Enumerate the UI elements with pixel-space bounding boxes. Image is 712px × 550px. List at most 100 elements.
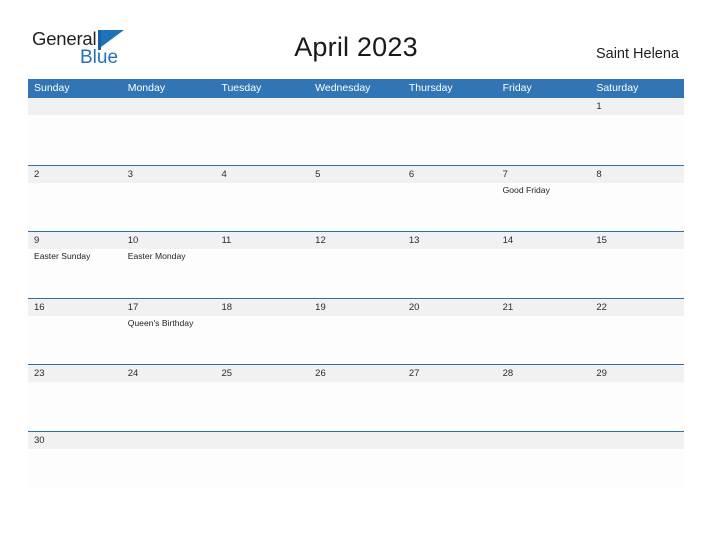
day-events xyxy=(122,115,216,117)
day-events xyxy=(403,183,497,185)
calendar-grid: Sunday Monday Tuesday Wednesday Thursday Frid… xyxy=(28,79,685,487)
day-events xyxy=(497,449,591,451)
calendar-day-empty xyxy=(402,98,497,165)
week-cells: 23 24 25 26 27 28 29 xyxy=(28,365,685,431)
day-of-week-monday: Monday xyxy=(127,82,166,94)
calendar-day-13[interactable]: 13 xyxy=(402,232,497,298)
holiday-event: Easter Sunday xyxy=(34,251,91,261)
day-events xyxy=(28,382,122,384)
calendar-day-23[interactable]: 23 xyxy=(28,365,122,431)
day-number: 15 xyxy=(596,235,607,246)
day-number-band: 10 xyxy=(121,232,216,249)
calendar-day-17[interactable]: 17 Queen's Birthday xyxy=(121,298,216,365)
week-cells: 2 3 4 5 6 7 Good Friday 8 xyxy=(28,165,685,232)
calendar-day-20[interactable]: 20 xyxy=(402,298,497,365)
calendar-week-row: 1 xyxy=(28,98,685,165)
day-of-week-header-row: Sunday Monday Tuesday Wednesday Thursday Frid… xyxy=(28,79,684,98)
calendar-day-29[interactable]: 29 xyxy=(590,365,685,431)
day-number: 3 xyxy=(127,168,134,180)
day-number: 20 xyxy=(408,301,420,313)
calendar-day-16[interactable]: 16 xyxy=(28,298,122,365)
day-number-band xyxy=(402,431,497,449)
day-number: 8 xyxy=(596,168,602,180)
day-number-band: 9 xyxy=(28,232,122,249)
day-events xyxy=(122,382,216,384)
day-number-band xyxy=(402,98,497,115)
day-number: 14 xyxy=(502,235,514,246)
holiday-event: Queen's Birthday xyxy=(127,317,194,328)
day-number: 7 xyxy=(502,168,508,180)
calendar-day-15[interactable]: 15 xyxy=(590,232,685,298)
day-events xyxy=(215,316,309,318)
calendar-day-1[interactable]: 1 xyxy=(590,98,685,165)
calendar-day-28[interactable]: 28 xyxy=(496,365,591,431)
day-number-band: 21 xyxy=(496,298,591,316)
calendar-day-empty xyxy=(402,431,497,487)
calendar-day-14[interactable]: 14 xyxy=(496,232,591,298)
calendar-day-10[interactable]: 10 Easter Monday xyxy=(121,232,216,298)
day-events xyxy=(590,316,684,318)
day-of-week-thursday: Thursday xyxy=(408,82,453,94)
week-cells: 1 xyxy=(28,98,685,165)
calendar-day-empty xyxy=(309,431,403,487)
day-number-band: 27 xyxy=(402,365,497,382)
day-number-band xyxy=(309,98,403,115)
calendar-week-row: 16 17 Queen's Birthday 18 19 20 21 22 xyxy=(28,297,685,365)
day-events xyxy=(28,183,122,185)
day-of-week-saturday: Saturday xyxy=(596,82,639,94)
day-events xyxy=(215,449,309,451)
day-number-band xyxy=(496,98,591,115)
calendar-day-25[interactable]: 25 xyxy=(215,365,310,431)
calendar-day-empty xyxy=(28,98,122,165)
calendar-day-3[interactable]: 3 xyxy=(121,165,216,232)
calendar-day-7[interactable]: 7 Good Friday xyxy=(496,165,591,232)
day-events xyxy=(122,449,216,451)
day-number: 19 xyxy=(315,301,326,313)
day-events xyxy=(590,183,684,185)
calendar-day-18[interactable]: 18 xyxy=(215,298,310,365)
calendar-day-4[interactable]: 4 xyxy=(215,165,310,232)
calendar-day-24[interactable]: 24 xyxy=(121,365,216,431)
calendar-day-26[interactable]: 26 xyxy=(309,365,403,431)
calendar-day-2[interactable]: 2 xyxy=(28,165,122,232)
calendar-day-30[interactable]: 30 xyxy=(28,431,122,487)
day-events xyxy=(403,249,497,251)
calendar-day-27[interactable]: 27 xyxy=(402,365,497,431)
day-number: 26 xyxy=(315,368,326,379)
day-number: 1 xyxy=(596,101,602,112)
calendar-day-19[interactable]: 19 xyxy=(309,298,403,365)
day-events xyxy=(497,316,591,318)
day-number: 29 xyxy=(596,368,607,379)
day-number-band xyxy=(121,98,216,115)
calendar-day-6[interactable]: 6 xyxy=(402,165,497,232)
day-of-week-friday: Friday xyxy=(502,82,532,94)
day-number: 4 xyxy=(221,168,227,180)
day-number: 9 xyxy=(34,235,40,246)
day-events xyxy=(122,183,216,185)
day-number-band xyxy=(121,431,216,449)
day-number-band: 23 xyxy=(28,365,122,382)
day-of-week-tuesday: Tuesday xyxy=(221,82,262,94)
calendar-day-21[interactable]: 21 xyxy=(496,298,591,365)
calendar-day-5[interactable]: 5 xyxy=(309,165,403,232)
calendar-day-12[interactable]: 12 xyxy=(309,232,403,298)
day-events xyxy=(590,249,684,251)
day-number-band: 28 xyxy=(496,365,591,382)
calendar-week-row: 30 xyxy=(28,430,685,487)
day-number-band xyxy=(28,98,122,115)
day-events xyxy=(215,183,309,185)
day-events: Easter Monday xyxy=(122,249,216,262)
day-number-band: 22 xyxy=(590,298,685,316)
day-number-band: 13 xyxy=(402,232,497,249)
day-events xyxy=(309,316,403,318)
day-number: 12 xyxy=(315,235,326,246)
calendar-week-row: 2 3 4 5 6 7 Good Friday 8 xyxy=(28,164,685,232)
day-events xyxy=(403,115,497,117)
calendar-day-8[interactable]: 8 xyxy=(590,165,685,232)
day-number: 2 xyxy=(34,168,40,180)
calendar-day-9[interactable]: 9 Easter Sunday xyxy=(28,232,122,298)
calendar-day-11[interactable]: 11 xyxy=(215,232,310,298)
calendar-day-22[interactable]: 22 xyxy=(590,298,685,365)
calendar-day-empty xyxy=(215,98,310,165)
day-events xyxy=(28,449,122,451)
